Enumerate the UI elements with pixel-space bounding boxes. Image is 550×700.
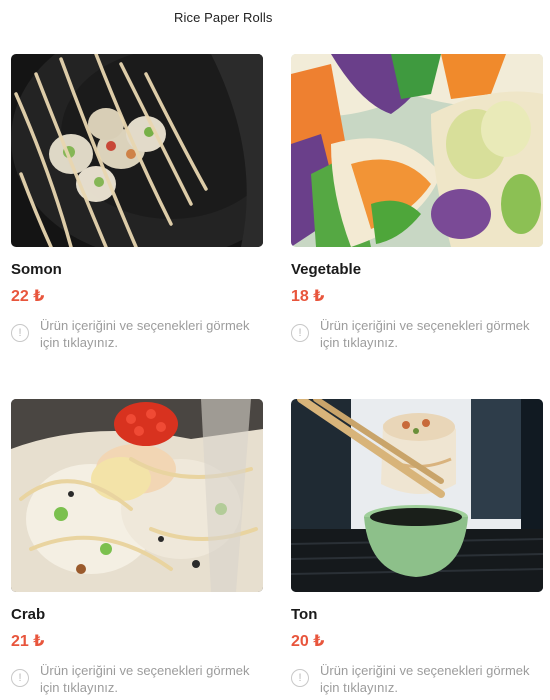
product-price: 22 ₺ — [11, 288, 45, 305]
product-image-vegetable[interactable] — [291, 54, 543, 247]
product-info-hint[interactable]: ! Ürün içeriğini ve seçenekleri görmek i… — [11, 662, 250, 696]
product-info-hint[interactable]: ! Ürün içeriğini ve seçenekleri görmek i… — [11, 317, 250, 351]
product-info-hint[interactable]: ! Ürün içeriğini ve seçenekleri görmek i… — [291, 317, 530, 351]
product-price: 21 ₺ — [11, 633, 45, 650]
product-card-ton[interactable]: Ton 20 ₺ ! Ürün içeriğini ve seçenekleri… — [291, 399, 543, 696]
product-name[interactable]: Somon — [11, 261, 263, 279]
product-image-somon[interactable] — [11, 54, 263, 247]
product-card-somon[interactable]: Somon 22 ₺ ! Ürün içeriğini ve seçenekle… — [11, 54, 263, 351]
product-name[interactable]: Vegetable — [291, 261, 543, 279]
product-price: 20 ₺ — [291, 633, 325, 650]
product-price: 18 ₺ — [291, 288, 325, 305]
exclamation-circle-icon: ! — [291, 324, 309, 342]
product-card-vegetable[interactable]: Vegetable 18 ₺ ! Ürün içeriğini ve seçen… — [291, 54, 543, 351]
product-info-text: Ürün içeriğini ve seçenekleri görmek içi… — [320, 318, 530, 350]
product-info-text: Ürün içeriğini ve seçenekleri görmek içi… — [40, 663, 250, 695]
product-info-hint[interactable]: ! Ürün içeriğini ve seçenekleri görmek i… — [291, 662, 530, 696]
exclamation-circle-icon: ! — [291, 669, 309, 687]
product-card-crab[interactable]: Crab 21 ₺ ! Ürün içeriğini ve seçenekler… — [11, 399, 263, 696]
section-title: Rice Paper Rolls — [174, 10, 273, 25]
product-image-ton[interactable] — [291, 399, 543, 592]
menu-page: Rice Paper Rolls Somon 22 ₺ ! Ürün içeri… — [0, 0, 550, 700]
exclamation-circle-icon: ! — [11, 669, 29, 687]
product-name[interactable]: Ton — [291, 606, 543, 624]
product-name[interactable]: Crab — [11, 606, 263, 624]
exclamation-circle-icon: ! — [11, 324, 29, 342]
product-info-text: Ürün içeriğini ve seçenekleri görmek içi… — [320, 663, 530, 695]
product-info-text: Ürün içeriğini ve seçenekleri görmek içi… — [40, 318, 250, 350]
product-image-crab[interactable] — [11, 399, 263, 592]
